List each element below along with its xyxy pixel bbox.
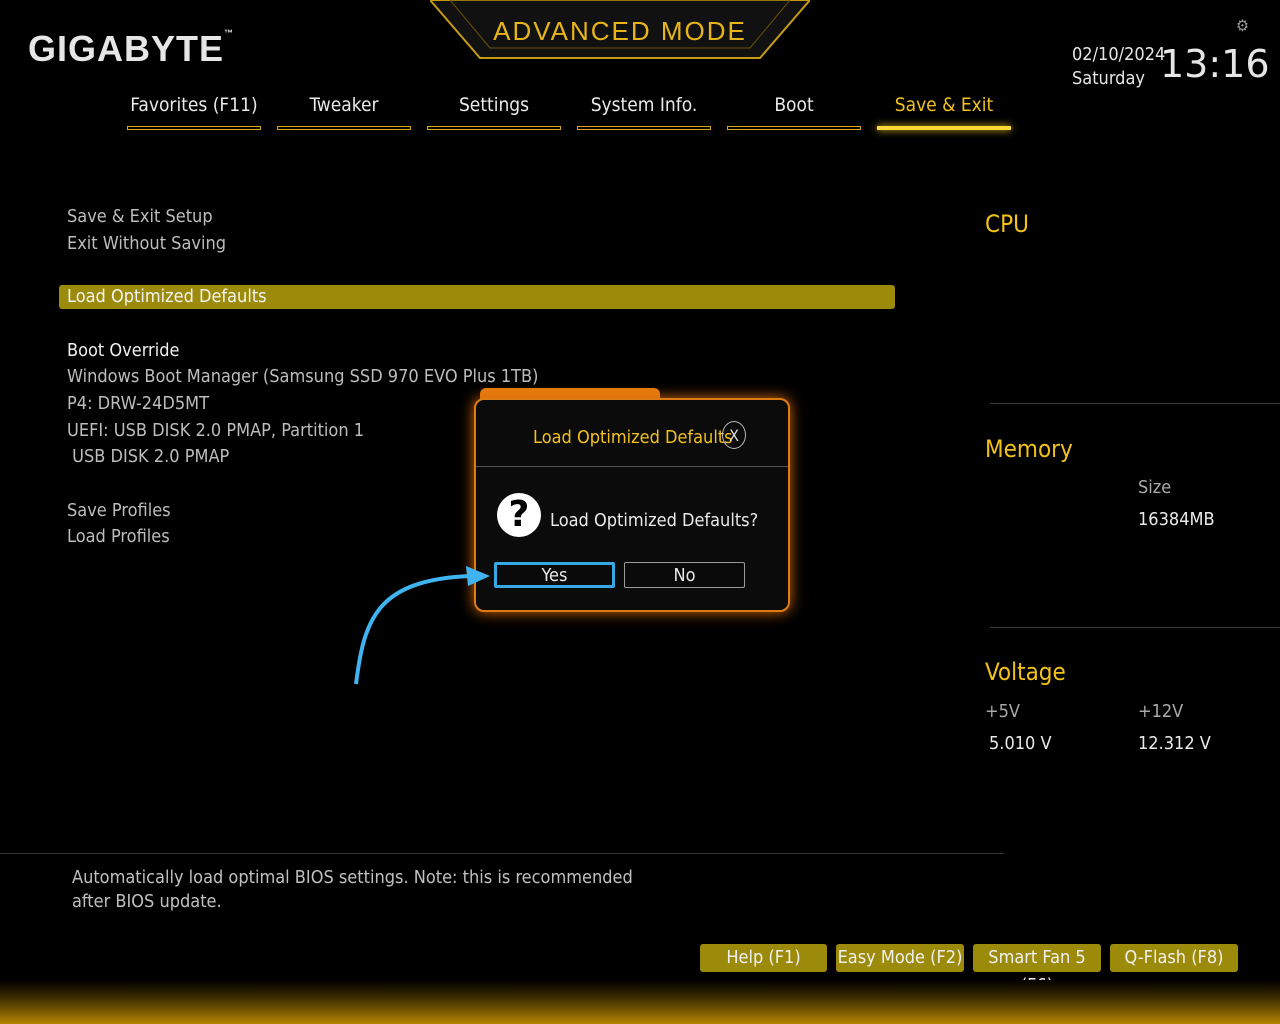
close-icon[interactable]: X (722, 421, 746, 449)
mode-title: ADVANCED MODE (493, 16, 747, 46)
tab-tweaker[interactable]: Tweaker (277, 94, 411, 130)
tab-favorites[interactable]: Favorites (F11) (127, 94, 261, 130)
weekday: Saturday (1072, 68, 1145, 89)
cpu-title: CPU (985, 210, 1029, 238)
help-description: Automatically load optimal BIOS settings… (72, 867, 633, 912)
boot-option-windows[interactable]: Windows Boot Manager (Samsung SSD 970 EV… (67, 366, 538, 387)
clock: 13:16 (1160, 42, 1270, 86)
v12-label: +12V (1138, 701, 1184, 722)
v12-value: 12.312 V (1138, 733, 1211, 754)
no-button[interactable]: No (624, 562, 745, 588)
voltage-title: Voltage (985, 658, 1066, 686)
exit-without-saving-item[interactable]: Exit Without Saving (67, 233, 226, 254)
boot-option-usb-uefi[interactable]: UEFI: USB DISK 2.0 PMAP, Partition 1 (67, 420, 364, 441)
dialog-title: Load Optimized Defaults (533, 427, 733, 448)
smart-fan-button[interactable]: Smart Fan 5 (F6) (973, 944, 1101, 996)
boot-option-usb[interactable]: USB DISK 2.0 PMAP (67, 446, 229, 467)
easy-mode-button[interactable]: Easy Mode (F2) (836, 944, 964, 972)
tab-system-info[interactable]: System Info. (577, 94, 711, 130)
date-display: 02/10/2024 Saturday (1072, 43, 1165, 91)
help-button[interactable]: Help (F1) (700, 944, 827, 972)
v5-value: 5.010 V (989, 733, 1052, 754)
q-flash-button[interactable]: Q-Flash (F8) (1110, 944, 1238, 972)
yes-button[interactable]: Yes (494, 562, 615, 588)
panel-divider (990, 627, 1280, 628)
memory-size-label: Size (1138, 477, 1172, 498)
decorative-floor (0, 980, 1280, 1024)
tab-save-exit[interactable]: Save & Exit (877, 94, 1011, 130)
dialog-message: Load Optimized Defaults? (550, 510, 759, 531)
load-profiles-item[interactable]: Load Profiles (67, 526, 170, 547)
panel-divider (990, 403, 1280, 404)
tab-settings[interactable]: Settings (427, 94, 561, 130)
save-profiles-item[interactable]: Save Profiles (67, 500, 171, 521)
memory-title: Memory (985, 435, 1073, 463)
save-exit-setup-item[interactable]: Save & Exit Setup (67, 206, 213, 227)
question-icon: ? (497, 493, 541, 537)
v5-label: +5V (985, 701, 1020, 722)
gear-icon[interactable]: ⚙ (1236, 16, 1249, 35)
tab-boot[interactable]: Boot (727, 94, 861, 130)
date: 02/10/2024 (1072, 44, 1166, 65)
load-optimized-defaults-item[interactable]: Load Optimized Defaults (59, 285, 895, 309)
boot-option-dvd[interactable]: P4: DRW-24D5MT (67, 393, 209, 414)
dialog-divider (476, 466, 788, 467)
memory-size-value: 16384MB (1138, 509, 1215, 530)
pointer-arrow-icon (354, 566, 490, 685)
footer-divider (0, 853, 1004, 854)
gigabyte-logo: GIGABYTE™ (28, 28, 235, 69)
boot-override-header: Boot Override (67, 340, 180, 361)
